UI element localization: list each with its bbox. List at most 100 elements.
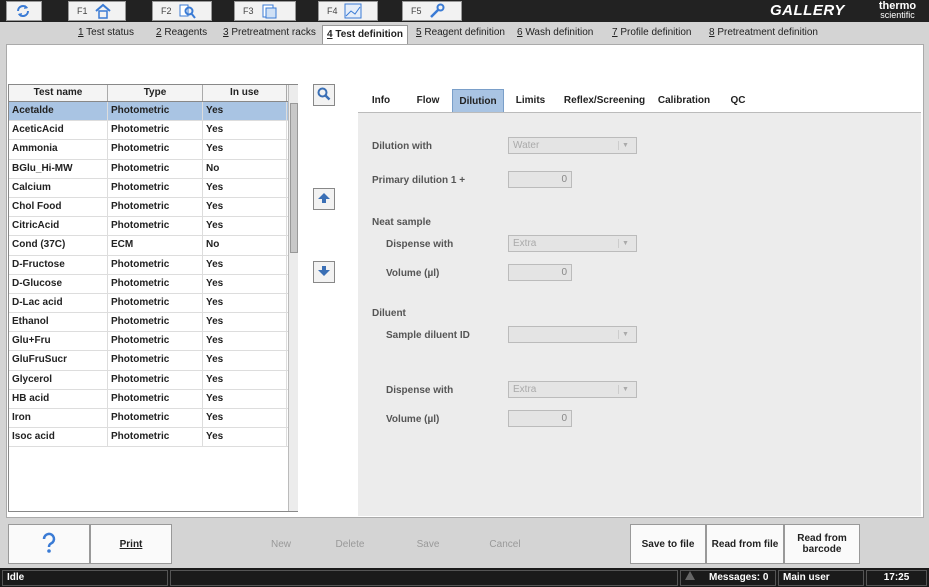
table-row[interactable]: Ammonia Photometric Yes <box>9 140 297 160</box>
read-from-barcode-label-2: barcode <box>802 544 842 555</box>
table-row[interactable]: Ethanol Photometric Yes <box>9 313 297 333</box>
test-name-cell: AceticAcid <box>9 121 108 140</box>
f2-search-button[interactable]: F2 <box>152 1 212 21</box>
new-button[interactable]: New <box>252 524 310 564</box>
dilution-with-value: Water <box>513 140 540 151</box>
tab-test-status[interactable]: 1 Test status <box>78 27 134 38</box>
cancel-button[interactable]: Cancel <box>480 524 530 564</box>
tab-reagents[interactable]: 2 Reagents <box>156 27 207 38</box>
table-row[interactable]: Glu+Fru Photometric Yes <box>9 332 297 352</box>
tab-limits[interactable]: Limits <box>504 89 557 112</box>
table-row[interactable]: Acetalde Photometric Yes <box>9 102 297 122</box>
current-user: Main user <box>778 570 864 586</box>
primary-dilution-label: Primary dilution 1 + <box>372 175 466 186</box>
messages-indicator[interactable]: Messages: 0 <box>680 570 776 586</box>
column-header-test-name[interactable]: Test name <box>9 85 108 101</box>
tab-reflex-screening[interactable]: Reflex/Screening <box>557 89 652 112</box>
tab-pretreatment-definition[interactable]: 8 Pretreatment definition <box>709 27 818 38</box>
f4-chart-button[interactable]: F4 <box>318 1 378 21</box>
f2-label: F2 <box>161 6 172 16</box>
table-row[interactable]: Glycerol Photometric Yes <box>9 370 297 390</box>
magnifier-icon <box>317 87 331 104</box>
tab-reagents-label: Reagents <box>161 27 208 38</box>
tab-profile-definition[interactable]: 7 Profile definition <box>612 27 692 38</box>
table-row[interactable]: BGlu_Hi-MW Photometric No <box>9 159 297 179</box>
search-results-icon <box>178 3 196 19</box>
table-row[interactable]: D-Lac acid Photometric Yes <box>9 293 297 314</box>
type-cell: Photometric <box>108 274 203 293</box>
tab-flow[interactable]: Flow <box>404 89 452 112</box>
diluent-dispense-with-value: Extra <box>513 384 537 395</box>
tab-dilution[interactable]: Dilution <box>452 89 504 112</box>
tab-calibration[interactable]: Calibration <box>652 89 716 112</box>
type-cell: Photometric <box>108 409 203 428</box>
table-row[interactable]: AceticAcid Photometric Yes <box>9 121 297 141</box>
neat-dispense-with-value: Extra <box>513 238 537 249</box>
save-to-file-button[interactable]: Save to file <box>630 524 706 564</box>
column-header-in-use[interactable]: In use <box>203 85 287 101</box>
move-up-button[interactable] <box>313 188 335 210</box>
move-down-button[interactable] <box>313 261 335 283</box>
table-body: Acetalde Photometric Yes AceticAcid Photomet… <box>9 102 297 448</box>
tab-reagent-definition[interactable]: 5 Reagent definition <box>416 27 505 38</box>
f5-tools-button[interactable]: F5 <box>402 1 462 21</box>
type-cell: Photometric <box>108 351 203 370</box>
tab-info[interactable]: Info <box>358 89 404 112</box>
delete-button[interactable]: Delete <box>326 524 374 564</box>
read-from-file-button[interactable]: Read from file <box>706 524 784 564</box>
search-button[interactable] <box>313 84 335 106</box>
warning-icon <box>685 571 695 585</box>
table-row[interactable]: Chol Food Photometric Yes <box>9 197 297 218</box>
refresh-button[interactable] <box>6 1 42 21</box>
in-use-cell: Yes <box>203 255 287 274</box>
in-use-cell: Yes <box>203 140 287 159</box>
f5-label: F5 <box>411 6 422 16</box>
test-name-cell: D-Fructose <box>9 255 108 274</box>
f1-home-button[interactable]: F1 <box>68 1 126 21</box>
table-row[interactable]: GluFruSucr Photometric Yes <box>9 351 297 371</box>
table-row[interactable]: Iron Photometric Yes <box>9 409 297 429</box>
arrow-down-icon <box>317 265 331 280</box>
chevron-down-icon: ▼ <box>618 141 632 150</box>
tab-test-definition[interactable]: 4 Test definition <box>322 25 408 44</box>
type-cell: Photometric <box>108 255 203 274</box>
refresh-icon <box>15 4 31 18</box>
table-row[interactable]: HB acid Photometric Yes <box>9 389 297 409</box>
table-row[interactable]: D-Fructose Photometric Yes <box>9 255 297 275</box>
diluent-dispense-with-label: Dispense with <box>386 385 454 396</box>
sample-diluent-id-select[interactable]: ▼ <box>508 326 637 343</box>
scrollbar-thumb[interactable] <box>290 103 298 253</box>
type-cell: ECM <box>108 236 203 255</box>
in-use-cell: Yes <box>203 370 287 389</box>
table-row[interactable]: Isoc acid Photometric Yes <box>9 428 297 448</box>
table-row[interactable]: CitricAcid Photometric Yes <box>9 217 297 237</box>
in-use-cell: No <box>203 159 287 178</box>
dilution-panel: Dilution with Water ▼ Primary dilution 1… <box>358 112 921 516</box>
main-tab-bar: 1 Test status 2 Reagents 3 Pretreatment … <box>0 22 929 44</box>
f1-label: F1 <box>77 6 88 16</box>
print-button[interactable]: Print <box>90 524 172 564</box>
column-header-type[interactable]: Type <box>108 85 203 101</box>
help-icon <box>39 532 59 557</box>
neat-volume-field[interactable]: 0 <box>508 264 572 281</box>
diluent-volume-field[interactable]: 0 <box>508 410 572 427</box>
diluent-dispense-with-select[interactable]: Extra ▼ <box>508 381 637 398</box>
table-row[interactable]: D-Glucose Photometric Yes <box>9 274 297 294</box>
dilution-with-select[interactable]: Water ▼ <box>508 137 637 154</box>
status-bar: Idle Messages: 0 Main user 17:25 <box>0 568 929 587</box>
save-button[interactable]: Save <box>404 524 452 564</box>
table-scrollbar[interactable] <box>288 85 298 511</box>
in-use-cell: Yes <box>203 293 287 313</box>
f3-test-definition-button[interactable]: F3 <box>234 1 296 21</box>
tab-wash-definition[interactable]: 6 Wash definition <box>517 27 593 38</box>
in-use-cell: Yes <box>203 274 287 293</box>
in-use-cell: No <box>203 236 287 255</box>
table-row[interactable]: Calcium Photometric Yes <box>9 178 297 198</box>
tab-qc[interactable]: QC <box>716 89 760 112</box>
help-button[interactable] <box>8 524 90 564</box>
tab-pretreatment-racks[interactable]: 3 Pretreatment racks <box>223 27 316 38</box>
table-row[interactable]: Cond (37C) ECM No <box>9 236 297 256</box>
read-from-barcode-button[interactable]: Read from barcode <box>784 524 860 564</box>
primary-dilution-field[interactable]: 0 <box>508 171 572 188</box>
neat-dispense-with-select[interactable]: Extra ▼ <box>508 235 637 252</box>
